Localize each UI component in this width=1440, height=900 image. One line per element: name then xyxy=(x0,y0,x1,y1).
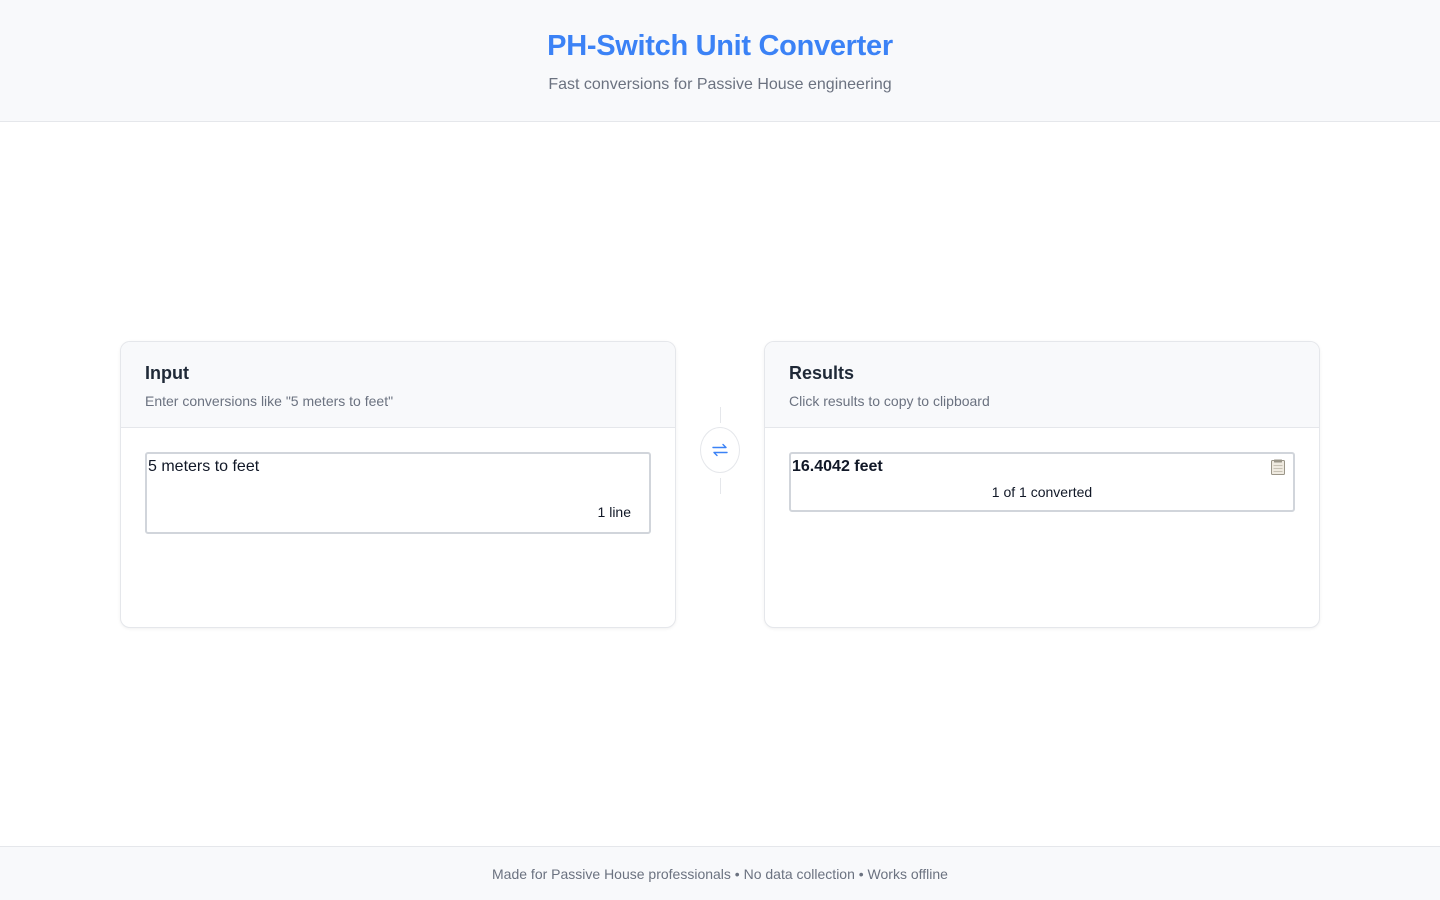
line-count: 1 line xyxy=(597,504,631,520)
app-subtitle: Fast conversions for Passive House engin… xyxy=(548,76,892,93)
app-title: PH-Switch Unit Converter xyxy=(547,30,893,62)
input-panel: Input Enter conversions like "5 meters t… xyxy=(120,341,676,628)
results-panel-title: Results xyxy=(789,363,855,383)
swap-button[interactable] xyxy=(700,427,740,473)
conversion-input-text[interactable]: 5 meters to feet xyxy=(148,458,259,476)
app-footer: Made for Passive House professionals • N… xyxy=(0,846,1440,900)
swap-arrows-icon xyxy=(712,443,728,457)
conversion-input[interactable]: 5 meters to feet 1 line xyxy=(145,452,651,534)
result-value[interactable]: 16.4042 feet xyxy=(792,458,883,476)
input-panel-description: Enter conversions like "5 meters to feet… xyxy=(145,393,394,409)
result-item[interactable]: 16.4042 feet 1 of 1 converted xyxy=(789,452,1295,512)
input-panel-title: Input xyxy=(145,363,189,383)
converted-count: 1 of 1 converted xyxy=(991,484,1093,500)
results-panel: Results Click results to copy to clipboa… xyxy=(764,341,1320,628)
results-panel-header: Results Click results to copy to clipboa… xyxy=(765,342,1319,428)
results-panel-description: Click results to copy to clipboard xyxy=(789,393,990,409)
swap-divider-top xyxy=(720,407,721,423)
input-panel-header: Input Enter conversions like "5 meters t… xyxy=(121,342,675,428)
swap-divider-bottom xyxy=(720,478,721,494)
footer-text: Made for Passive House professionals • N… xyxy=(492,866,948,882)
clipboard-icon[interactable] xyxy=(1271,459,1285,475)
app-header: PH-Switch Unit Converter Fast conversion… xyxy=(0,0,1440,122)
